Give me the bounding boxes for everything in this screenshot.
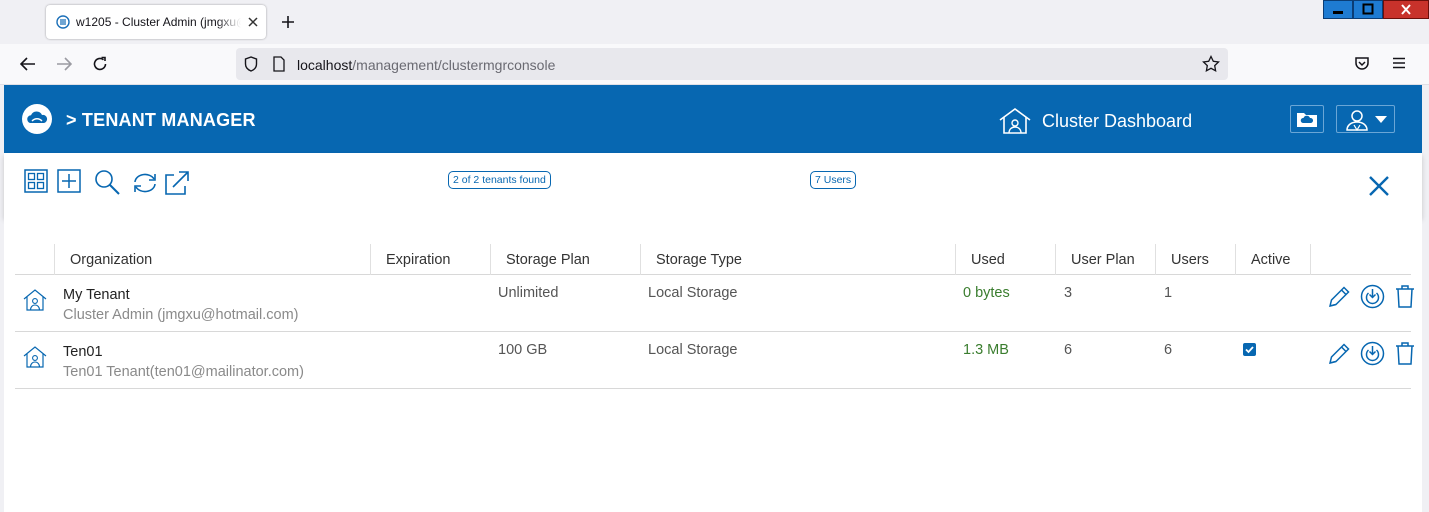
forward-arrow-icon[interactable]	[56, 57, 72, 71]
url-text: localhost/management/clustermgrconsole	[297, 57, 555, 73]
dashboard-label: Cluster Dashboard	[1042, 111, 1193, 131]
browser-tab-strip: w1205 - Cluster Admin (jmgxu@hotmail.com…	[0, 0, 1429, 44]
browser-tab[interactable]: w1205 - Cluster Admin (jmgxu@hotmail.com…	[46, 5, 266, 39]
table-row[interactable]: Ten01 Ten01 Tenant(ten01@mailinator.com)…	[15, 332, 1414, 389]
tenant-house-icon	[23, 346, 47, 368]
search-icon[interactable]	[94, 169, 120, 195]
delete-icon[interactable]	[1395, 341, 1415, 366]
browser-nav-bar: localhost/management/clustermgrconsole	[0, 44, 1429, 85]
column-header-user-plan[interactable]: User Plan	[1055, 244, 1155, 275]
reload-icon[interactable]	[92, 56, 108, 72]
page-title: > TENANT MANAGER	[66, 110, 256, 130]
tenant-owner: Ten01 Tenant(ten01@mailinator.com)	[63, 364, 304, 380]
back-arrow-icon[interactable]	[20, 57, 36, 71]
used-value: 0 bytes	[963, 285, 1010, 301]
column-header-active[interactable]: Active	[1235, 244, 1310, 275]
maximize-icon[interactable]	[1353, 0, 1383, 19]
column-header-storage-type[interactable]: Storage Type	[640, 244, 955, 275]
tenant-name: Ten01	[63, 344, 103, 360]
user-menu-button[interactable]	[1336, 105, 1395, 133]
active-checkbox[interactable]	[1243, 343, 1256, 356]
users-value: 6	[1164, 342, 1173, 358]
page-icon	[273, 56, 285, 72]
tenant-table-area: Organization Expiration Storage Plan Sto…	[4, 217, 1422, 512]
column-header-storage-plan[interactable]: Storage Plan	[490, 244, 640, 275]
user-plan-value: 3	[1064, 285, 1073, 301]
column-header-actions	[1310, 244, 1411, 275]
hamburger-menu-icon[interactable]	[1392, 57, 1406, 69]
storage-plan-value: 100 GB	[498, 342, 548, 358]
cloud-logo-icon[interactable]	[22, 104, 52, 134]
storage-plan-value: Unlimited	[498, 285, 559, 301]
tab-close-icon[interactable]	[246, 15, 260, 29]
minimize-icon[interactable]	[1323, 0, 1353, 19]
window-controls	[1323, 0, 1429, 19]
dashboard-house-icon	[998, 107, 1032, 135]
new-tab-icon[interactable]	[281, 15, 295, 29]
url-path: /management/clustermgrconsole	[352, 57, 556, 73]
url-host: localhost	[297, 57, 353, 73]
favicon-icon	[56, 15, 70, 29]
chevron-down-icon	[1375, 116, 1387, 124]
tenant-owner: Cluster Admin (jmgxu@hotmail.com)	[63, 307, 299, 323]
tab-title: w1205 - Cluster Admin (jmgxu@hotmail.com…	[76, 15, 241, 29]
toolbar: 2 of 2 tenants found 7 Users	[4, 153, 1422, 217]
storage-icon[interactable]	[1360, 284, 1385, 309]
column-header-users[interactable]: Users	[1155, 244, 1235, 275]
user-plan-value: 6	[1064, 342, 1073, 358]
cloud-folder-button[interactable]	[1290, 105, 1324, 133]
storage-type-value: Local Storage	[648, 342, 738, 358]
column-header-used[interactable]: Used	[955, 244, 1055, 275]
window-close-icon[interactable]	[1383, 0, 1429, 19]
tenant-house-icon	[23, 289, 47, 311]
users-count-badge: 7 Users	[810, 171, 857, 189]
add-icon[interactable]	[57, 169, 81, 193]
pocket-icon[interactable]	[1354, 56, 1370, 72]
app-header: > TENANT MANAGER Cluster Dashboard	[4, 85, 1422, 153]
tenants-found-badge: 2 of 2 tenants found	[448, 171, 551, 189]
address-bar[interactable]: localhost/management/clustermgrconsole	[236, 48, 1228, 80]
export-icon[interactable]	[164, 170, 190, 196]
user-icon	[1345, 109, 1369, 131]
cluster-dashboard-link[interactable]: Cluster Dashboard	[998, 107, 1198, 135]
column-header-organization[interactable]: Organization	[54, 244, 370, 275]
column-header-expiration[interactable]: Expiration	[370, 244, 490, 275]
tenant-name: My Tenant	[63, 287, 130, 303]
storage-icon[interactable]	[1360, 341, 1385, 366]
close-icon[interactable]	[1368, 175, 1390, 197]
delete-icon[interactable]	[1395, 284, 1415, 309]
bookmark-star-icon[interactable]	[1202, 55, 1220, 73]
table-row[interactable]: My Tenant Cluster Admin (jmgxu@hotmail.c…	[15, 275, 1414, 332]
users-value: 1	[1164, 285, 1173, 301]
table-header: Organization Expiration Storage Plan Sto…	[15, 244, 1411, 275]
edit-icon[interactable]	[1327, 284, 1352, 309]
storage-type-value: Local Storage	[648, 285, 738, 301]
shield-icon[interactable]	[244, 56, 258, 72]
refresh-icon[interactable]	[131, 171, 159, 195]
used-value: 1.3 MB	[963, 342, 1009, 358]
grid-view-icon[interactable]	[24, 169, 48, 193]
edit-icon[interactable]	[1327, 341, 1352, 366]
